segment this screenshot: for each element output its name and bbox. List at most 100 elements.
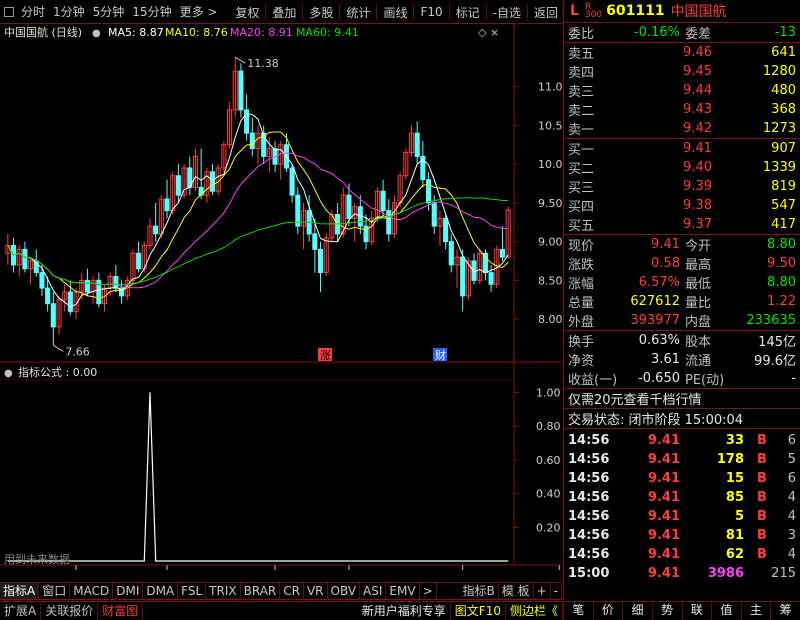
tick-list[interactable]: 14:56 9.41 33 B 6 14:56 9.41 178 B 5 14:56 9.41 15 B 6…: [564, 431, 800, 583]
sell-order-price: 9.44: [683, 83, 712, 98]
buy-order-label: 买三: [568, 181, 595, 196]
indicator-tab-15[interactable]: 模 板: [499, 583, 534, 599]
buy-order-label: 买五: [568, 219, 595, 234]
tick-volume: 15: [725, 471, 744, 486]
tick-volume: 81: [725, 528, 744, 543]
bottom-tab-1[interactable]: 关联报价: [41, 602, 99, 620]
price-stat-label: 现价: [568, 239, 595, 254]
buy-order-row: 买一 9.41 907: [564, 139, 800, 158]
weicha-value: -13: [774, 25, 796, 40]
right-tab-1[interactable]: 价: [592, 601, 623, 620]
fund-stat-value: 0.63%: [638, 333, 680, 348]
up-marker: 涨: [320, 349, 331, 362]
tick-side: B: [757, 452, 767, 467]
sell-order-volume: 368: [771, 102, 796, 117]
tick-price: 9.41: [647, 433, 680, 448]
bottom-link-2[interactable]: 侧边栏《: [506, 602, 563, 620]
stock-title-row: L R 300 601111 中国国航: [564, 0, 800, 22]
indicator-tab-0[interactable]: 指标A: [0, 583, 40, 599]
indicator-tab-8[interactable]: CR: [280, 583, 304, 599]
indicator-tab-11[interactable]: ASI: [360, 583, 387, 599]
fund-stat-value: 145亿: [758, 335, 796, 350]
stock-code: 601111: [606, 3, 665, 19]
fund-stat-label: 换手: [568, 335, 595, 350]
ind-y-tick-label: 0.60: [536, 454, 561, 467]
weibi-label: 委比: [568, 27, 595, 42]
kline-chart[interactable]: 中国国航 (日线) MA5: 8.87 MA10: 8.76 MA20: 8.91 MA…: [0, 0, 562, 570]
right-tab-6[interactable]: 主: [740, 601, 771, 620]
price-stat-label: 内盘: [685, 315, 712, 330]
candle-body: [386, 210, 392, 235]
y-tick-label: 9.50: [538, 197, 562, 210]
right-tab-0[interactable]: 笔: [563, 601, 593, 620]
main-header-ma60: MA60: 9.41: [296, 26, 359, 39]
tick-side: B: [757, 433, 767, 448]
right-tab-5[interactable]: 值: [711, 601, 741, 620]
indicator-tab-12[interactable]: EMV: [386, 583, 420, 599]
tick-side: B: [757, 528, 767, 543]
fund-stat-row: 净资 3.61 流通 99.6亿: [564, 350, 800, 369]
price-stat-label: 最高: [685, 258, 712, 273]
price-stat-value: 1.22: [767, 294, 796, 309]
indicator-tab-16[interactable]: +: [534, 583, 551, 599]
promo-row[interactable]: 仅需20元查看千档行情: [564, 389, 800, 408]
price-stat-row: 外盘 393977 内盘 233635: [564, 311, 800, 330]
fund-stat-label: 净资: [568, 354, 595, 369]
weicha-label: 委差: [685, 27, 712, 42]
indicator-tab-3[interactable]: DMI: [113, 583, 144, 599]
tick-row: 14:56 9.41 62 B 4: [564, 545, 800, 564]
tick-volume: 3986: [707, 566, 744, 581]
indicator-tab-14[interactable]: 指标B: [460, 583, 499, 599]
price-stat-row: 涨跌 0.58 最高 9.50: [564, 254, 800, 273]
buy-order-price: 9.37: [683, 217, 712, 232]
trade-state-row: 交易状态: 闭市阶段 15:00:04: [564, 409, 800, 428]
price-stat-value: 8.80: [767, 237, 796, 252]
indicator-tab-4[interactable]: DMA: [143, 583, 179, 599]
indicator-panel: [7, 392, 509, 562]
indicator-tab-17[interactable]: -: [551, 583, 562, 599]
tick-volume: 178: [716, 452, 744, 467]
right-tab-7[interactable]: 筹: [770, 601, 800, 620]
tick-time: 14:56: [568, 471, 610, 486]
bottom-tab-2[interactable]: 财富图: [98, 602, 144, 620]
right-tab-3[interactable]: 势: [651, 601, 682, 620]
fund-stat-value: -: [791, 371, 796, 386]
candle-body: [414, 132, 420, 157]
indicator-tab-10[interactable]: OBV: [328, 583, 361, 599]
bottom-link-0[interactable]: 新用户福利专享: [358, 602, 451, 620]
price-stat-value: 9.41: [651, 237, 680, 252]
right-tab-2[interactable]: 细: [622, 601, 652, 620]
indicator-tab-5[interactable]: FSL: [178, 583, 207, 599]
right-panel-tabs: 笔价细势联值主筹: [563, 601, 800, 620]
buy-order-price: 9.40: [683, 160, 712, 175]
tick-row: 14:56 9.41 178 B 5: [564, 450, 800, 469]
price-stat-row: 总量 627612 量比 1.22: [564, 292, 800, 311]
tick-volume: 33: [725, 433, 744, 448]
tick-price: 9.41: [647, 471, 680, 486]
price-stat-value: 8.80: [767, 275, 796, 290]
indicator-tab-9[interactable]: VR: [304, 583, 328, 599]
tick-count: 4: [787, 490, 796, 505]
tick-side: B: [757, 490, 767, 505]
right-tab-4[interactable]: 联: [681, 601, 712, 620]
main-header-ma10: MA10: 8.76: [165, 26, 228, 39]
tick-price: 9.41: [647, 547, 680, 562]
indicator-tab-2[interactable]: MACD: [70, 583, 114, 599]
indicator-tab-6[interactable]: TRIX: [206, 583, 241, 599]
candle-body: [238, 70, 244, 111]
buy-order-row: 买二 9.40 1339: [564, 158, 800, 177]
date-label: 1: [170, 569, 177, 570]
indicator-tab-7[interactable]: BRAR: [241, 583, 281, 599]
candle-body: [175, 175, 181, 196]
sell-order-label: 卖三: [568, 85, 595, 100]
indicator-tab-1[interactable]: 窗口: [39, 583, 71, 599]
order-ratio-row: 委比 -0.16% 委差 -13: [564, 23, 800, 42]
sell-orders: 卖五 9.46 641 卖四 9.45 1280 卖三 9.44 480 卖二 9.43 368 卖一 9…: [564, 43, 800, 138]
tick-price: 9.41: [647, 490, 680, 505]
bottom-tab-0[interactable]: 扩展A: [0, 602, 42, 620]
indicator-tab-13[interactable]: >: [420, 583, 437, 599]
buy-order-volume: 417: [771, 217, 796, 232]
candle-body: [45, 287, 51, 305]
bottom-link-1[interactable]: 图文F10: [451, 602, 506, 620]
price-stat-label: 涨幅: [568, 277, 595, 292]
